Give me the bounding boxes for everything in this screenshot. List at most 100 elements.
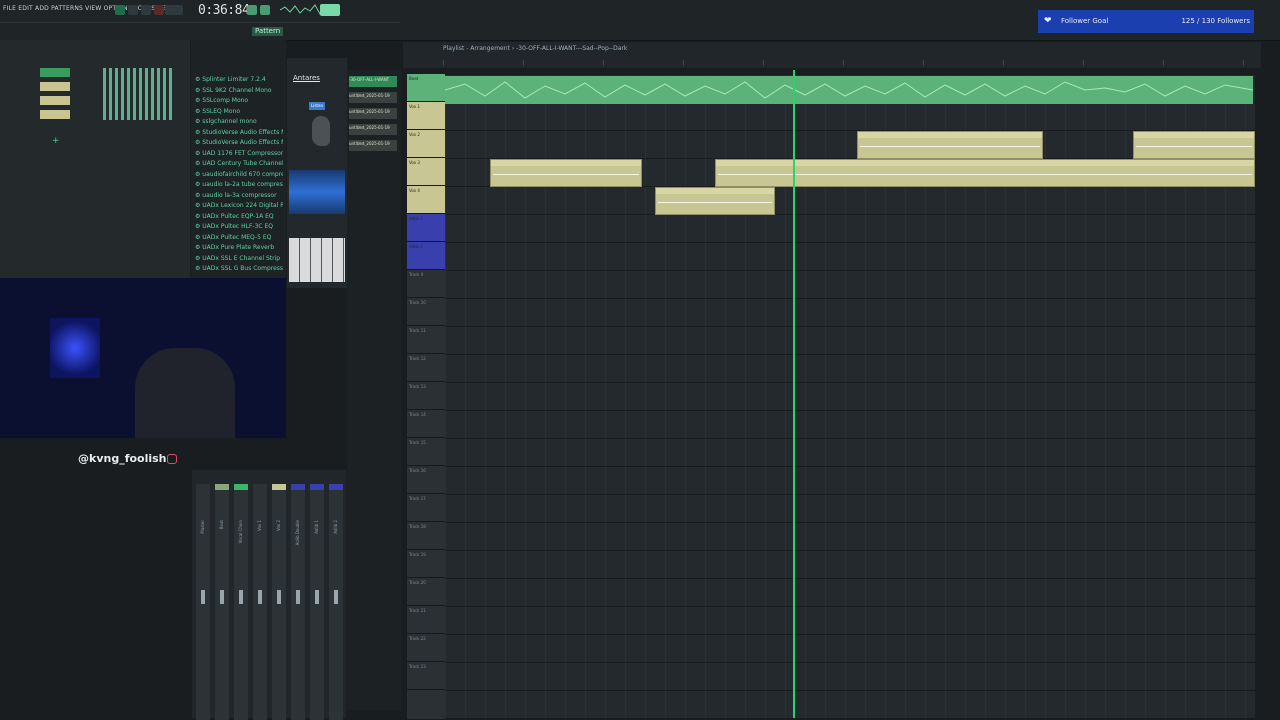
track-label: Vox 3: [409, 160, 420, 165]
browser-item[interactable]: ⚙ UADx Pure Plate Reverb: [195, 244, 283, 252]
mixer-strip[interactable]: Adlib 2: [329, 484, 343, 720]
track-label: Track 16: [409, 468, 426, 473]
track-header[interactable]: Vox 2: [407, 130, 445, 158]
fader-handle[interactable]: [315, 590, 319, 604]
track-label: Vox 1: [409, 104, 420, 109]
track-header[interactable]: Adlib 2: [407, 242, 445, 270]
track-header[interactable]: Adlib 1: [407, 214, 445, 242]
track-header[interactable]: Track 18: [407, 522, 445, 550]
track-header[interactable]: Track 13: [407, 382, 445, 410]
track-header[interactable]: Track 9: [407, 270, 445, 298]
pattern-item[interactable]: untitled_2025-01-19: [349, 140, 397, 151]
browser-item[interactable]: ⚙ SSLcomp Mono: [195, 97, 283, 105]
channel-button[interactable]: [40, 68, 70, 77]
channel-button[interactable]: [40, 82, 70, 91]
timeline-ruler[interactable]: [443, 60, 1248, 66]
browser-item[interactable]: ⚙ Splinter Limiter 7.2.4: [195, 76, 283, 84]
waveform-preview: [289, 170, 345, 214]
track-header[interactable]: Track 20: [407, 578, 445, 606]
browser-item[interactable]: ⚙ UAD Century Tube Channel Strip: [195, 160, 283, 168]
mixer-strip-label: Adlib 2: [333, 520, 338, 534]
browser-item[interactable]: ⚙ uaudio la-3a compressor: [195, 192, 283, 200]
track-header[interactable]: Track 16: [407, 466, 445, 494]
track-header[interactable]: Track 19: [407, 550, 445, 578]
browser-item[interactable]: ⚙ SSL 9K2 Channel Mono: [195, 87, 283, 95]
vocal-clip[interactable]: [490, 159, 642, 187]
browser-item[interactable]: ⚙ UADx Pultec MEQ-5 EQ: [195, 234, 283, 242]
step-sequencer[interactable]: [103, 68, 175, 120]
fader-handle[interactable]: [201, 590, 205, 604]
track-label: Track 13: [409, 384, 426, 389]
add-channel-icon[interactable]: +: [52, 136, 60, 146]
track-header[interactable]: Track 21: [407, 606, 445, 634]
fader-handle[interactable]: [277, 590, 281, 604]
track-label: Vox 4: [409, 188, 420, 193]
browser-item[interactable]: ⚙ uaudiofairchild 670 compressor: [195, 171, 283, 179]
mixer-strip[interactable]: Master: [196, 484, 210, 720]
mixer-strip[interactable]: Beat: [215, 484, 229, 720]
vocal-clip[interactable]: [655, 187, 775, 215]
record-button[interactable]: [154, 5, 164, 15]
track-headers: Beat Vox 1 Vox 2 Vox 3 Vox 4 Adlib 1 Adlib 2 Tr…: [407, 74, 445, 719]
track-header[interactable]: Track 22: [407, 634, 445, 662]
mixer-strip[interactable]: Adlib Double: [291, 484, 305, 720]
playhead[interactable]: [793, 70, 795, 718]
mixer-strip[interactable]: Adlib 1: [310, 484, 324, 720]
pattern-item[interactable]: -30-OFF-ALL-I-WANT: [349, 76, 397, 87]
mixer-strip[interactable]: Vox 1: [253, 484, 267, 720]
fader-handle[interactable]: [239, 590, 243, 604]
playlist-grid[interactable]: [444, 74, 1255, 719]
piano-keys-icon: [289, 238, 345, 282]
vocal-clip[interactable]: [715, 159, 1255, 187]
fader-handle[interactable]: [220, 590, 224, 604]
browser-item[interactable]: ⚙ UADx SSL E Channel Strip: [195, 255, 283, 263]
fader-handle[interactable]: [296, 590, 300, 604]
browser-item[interactable]: ⚙ UADx Pultec EQP-1A EQ: [195, 213, 283, 221]
track-header[interactable]: Track 11: [407, 326, 445, 354]
mixer-strip[interactable]: Vox 2: [272, 484, 286, 720]
browser-item[interactable]: ⚙ UAD 1176 FET Compressor: [195, 150, 283, 158]
track-header[interactable]: Track 10: [407, 298, 445, 326]
browser-item[interactable]: ⚙ uaudio la-2a tube compressor: [195, 181, 283, 189]
beat-clip[interactable]: [444, 76, 1254, 104]
browser-item[interactable]: ⚙ StudioVerse Audio Effects Mono-Stereo: [195, 139, 283, 147]
browser-item[interactable]: ⚙ UADx Lexicon 224 Digital Reverb: [195, 202, 283, 210]
mixer-strip-label: Adlib 1: [314, 520, 319, 534]
track-header[interactable]: Vox 3: [407, 158, 445, 186]
mixer-strip[interactable]: Vocal Chain: [234, 484, 248, 720]
channel-button[interactable]: [40, 96, 70, 105]
playlist-header: Playlist - Arrangement › -30-OFF-ALL-I-W…: [403, 42, 1261, 68]
wait-input-icon[interactable]: [260, 5, 270, 15]
stop-button[interactable]: [141, 5, 151, 15]
pattern-item[interactable]: untitled_2025-01-19: [349, 108, 397, 119]
pattern-item[interactable]: untitled_2025-01-19: [349, 92, 397, 103]
pattern-song-toggle[interactable]: [115, 5, 125, 15]
track-header[interactable]: Beat: [407, 74, 445, 102]
browser-item[interactable]: ⚙ UADx Pultec HLF-3C EQ: [195, 223, 283, 231]
listen-button[interactable]: Listen: [309, 102, 325, 110]
cpu-meter: [320, 4, 340, 16]
track-header[interactable]: Track 15: [407, 438, 445, 466]
fader-handle[interactable]: [258, 590, 262, 604]
metronome-icon[interactable]: [247, 5, 257, 15]
pattern-item[interactable]: untitled_2025-01-19: [349, 124, 397, 135]
vocal-clip[interactable]: [1133, 131, 1255, 159]
track-header[interactable]: Track 12: [407, 354, 445, 382]
track-header[interactable]: Vox 4: [407, 186, 445, 214]
track-header[interactable]: Track 17: [407, 494, 445, 522]
track-header[interactable]: Track 14: [407, 410, 445, 438]
browser-item[interactable]: ⚙ sslgchannel mono: [195, 118, 283, 126]
play-button[interactable]: [128, 5, 138, 15]
track-label: Track 22: [409, 636, 426, 641]
pattern-selector[interactable]: Pattern: [252, 27, 284, 36]
track-header[interactable]: Track 23: [407, 662, 445, 690]
track-header[interactable]: Vox 1: [407, 102, 445, 130]
browser-item[interactable]: ⚙ SSLEQ Mono: [195, 108, 283, 116]
fader-handle[interactable]: [334, 590, 338, 604]
webcam-overlay: [0, 278, 286, 438]
browser-item[interactable]: ⚙ UADx SSL G Bus Compressor: [195, 265, 283, 273]
browser-item[interactable]: ⚙ StudioVerse Audio Effects Mono: [195, 129, 283, 137]
channel-button[interactable]: [40, 110, 70, 119]
tempo-display[interactable]: [165, 5, 183, 15]
vocal-clip[interactable]: [857, 131, 1043, 159]
